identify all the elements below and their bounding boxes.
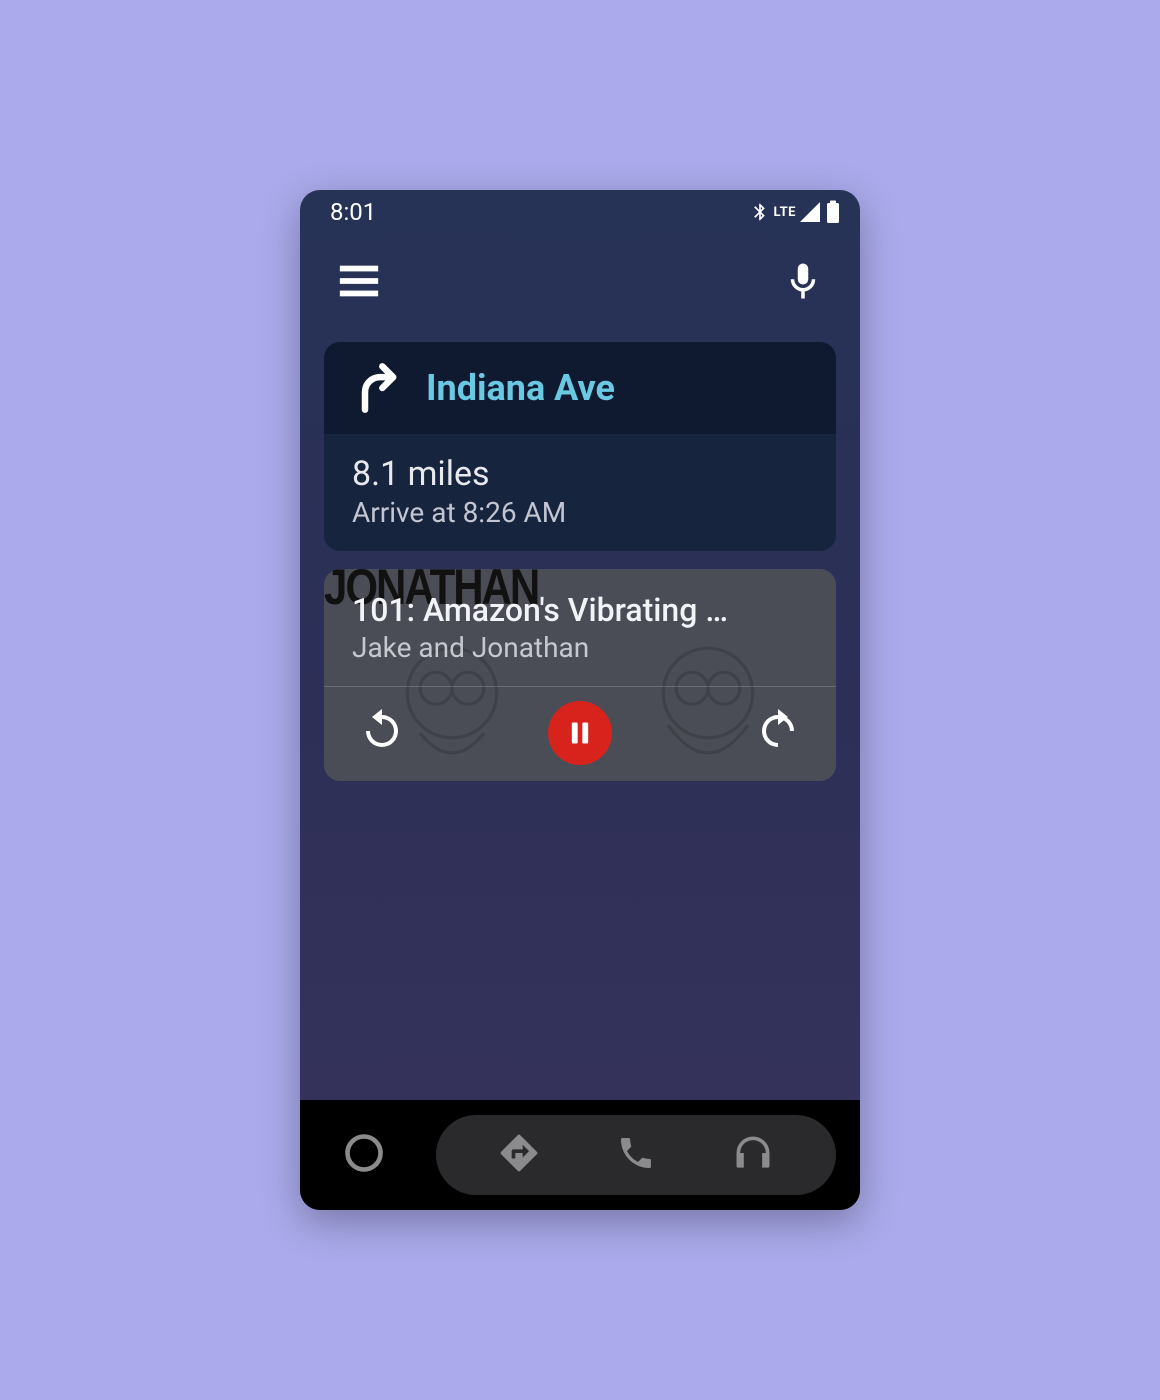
nav-pill bbox=[436, 1115, 836, 1195]
phone-button[interactable] bbox=[616, 1133, 656, 1177]
circle-icon bbox=[342, 1131, 386, 1175]
toolbar bbox=[300, 228, 860, 332]
navigation-arrival: Arrive at 8:26 AM bbox=[352, 496, 808, 529]
turn-right-icon bbox=[352, 362, 404, 414]
rewind-button[interactable] bbox=[358, 707, 406, 759]
menu-button[interactable] bbox=[336, 258, 382, 308]
network-label: LTE bbox=[774, 205, 796, 220]
directions-icon bbox=[497, 1131, 541, 1175]
hamburger-icon bbox=[336, 258, 382, 304]
rewind-icon bbox=[358, 707, 406, 755]
phone-frame: 8:01 LTE Indiana Ave 8.1 miles Arrive at… bbox=[300, 190, 860, 1210]
directions-button[interactable] bbox=[497, 1131, 541, 1179]
bottom-navbar bbox=[300, 1100, 860, 1210]
bluetooth-icon bbox=[750, 199, 770, 225]
status-bar: 8:01 LTE bbox=[300, 190, 860, 228]
forward-button[interactable] bbox=[754, 707, 802, 759]
voice-button[interactable] bbox=[782, 260, 824, 306]
pause-button[interactable] bbox=[548, 701, 612, 765]
media-title: 101: Amazon's Vibrating … bbox=[352, 591, 808, 629]
clock: 8:01 bbox=[330, 198, 376, 226]
home-button[interactable] bbox=[342, 1131, 386, 1179]
media-card[interactable]: JONATHAN 101: Amazon's Vibrating … bbox=[324, 569, 836, 781]
media-controls bbox=[324, 687, 836, 781]
headphones-button[interactable] bbox=[731, 1131, 775, 1179]
media-info: 101: Amazon's Vibrating … Jake and Jonat… bbox=[324, 569, 836, 687]
navigation-distance: 8.1 miles bbox=[352, 454, 808, 494]
microphone-icon bbox=[782, 260, 824, 302]
media-subtitle: Jake and Jonathan bbox=[352, 631, 808, 664]
pause-icon bbox=[566, 719, 594, 747]
status-tray: LTE bbox=[750, 199, 840, 225]
signal-icon bbox=[798, 200, 822, 224]
headphones-icon bbox=[731, 1131, 775, 1175]
navigation-card[interactable]: Indiana Ave 8.1 miles Arrive at 8:26 AM bbox=[324, 342, 836, 551]
navigation-street: Indiana Ave bbox=[426, 367, 615, 409]
phone-icon bbox=[616, 1133, 656, 1173]
battery-icon bbox=[826, 200, 840, 224]
forward-icon bbox=[754, 707, 802, 755]
navigation-header: Indiana Ave bbox=[324, 342, 836, 434]
navigation-details: 8.1 miles Arrive at 8:26 AM bbox=[324, 434, 836, 551]
